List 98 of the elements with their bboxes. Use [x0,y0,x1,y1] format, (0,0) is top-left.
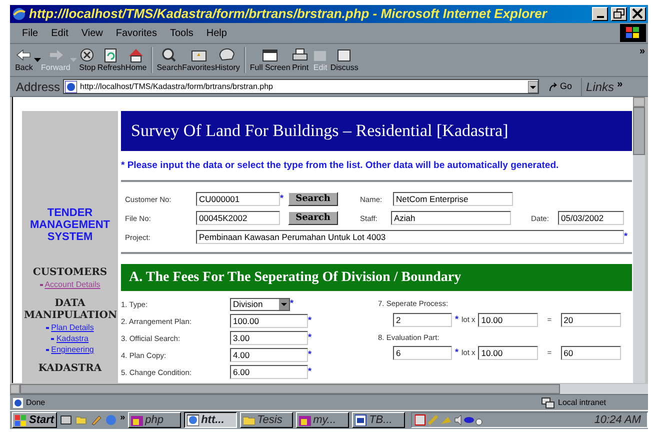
restore-button[interactable] [611,7,627,21]
close-icon [633,9,643,19]
more-chevron[interactable]: » [120,411,126,424]
search-button[interactable]: Search [288,211,338,226]
toolbar-button[interactable]: Back [14,47,34,73]
text-field[interactable]: 6.00 [230,365,308,380]
desktop-icon[interactable] [60,414,72,426]
toolbar-button[interactable]: Home [125,47,147,73]
taskbar-button[interactable]: htt... [184,412,238,428]
nav-link[interactable]: Engineering [51,344,94,355]
required-mark: * [455,346,459,359]
toolbar-button[interactable]: Search [156,47,182,73]
address-label: Address [16,78,60,96]
minimize-icon [596,16,604,18]
restore-icon [614,9,624,19]
menu-item[interactable]: Favorites [116,26,157,40]
menu-item[interactable]: Tools [170,26,194,40]
app-icon [131,414,144,426]
text-field[interactable]: 4.00 [230,348,308,362]
text-field[interactable]: 00045K2002 [196,211,280,226]
page-icon [65,80,78,92]
start-button[interactable]: Start [12,412,58,428]
section-heading: KADASTRA [37,363,103,375]
toolbar-button[interactable]: Discuss [330,47,358,73]
text-field[interactable]: 3.00 [230,331,308,346]
toolbar-button[interactable]: Print [290,47,310,73]
minimize-button[interactable] [592,7,608,21]
text-field[interactable]: 10.00 [478,312,538,326]
folder-icon [243,414,256,426]
required-mark: * [624,230,629,244]
clock: 10:24 AM [594,412,641,428]
taskbar-button[interactable]: my... [296,412,350,428]
section-heading: DATA MANIPULATION [24,298,116,322]
history-icon [217,47,238,63]
instruction-text: * Please input the data or select the type from the list. Other data will be automatically generated. [121,159,560,173]
text-field[interactable]: 60 [560,346,621,360]
text-field[interactable]: 10.00 [478,346,538,360]
network-computer-icon [541,396,555,408]
text-field[interactable]: Aziah [391,211,511,226]
pencil-icon[interactable] [90,414,102,426]
menu-item[interactable]: File [22,26,38,40]
taskbar-button[interactable]: TB... [352,412,406,428]
more-chevron[interactable]: » [639,44,645,59]
text-field[interactable]: 05/03/2002 [558,211,624,226]
search-button[interactable]: Search [288,192,338,206]
text-field[interactable]: 2 [393,312,452,326]
more-chevron[interactable]: » [617,77,623,92]
sidebar-title: TENDER MANAGEMENT SYSTEM [28,207,112,243]
window-icon [260,47,280,63]
document-icon [355,414,368,426]
text-field[interactable]: Pembinaan Kawasan Perumahan Untuk Lot 4003 [196,230,624,244]
nav-link[interactable]: Plan Details [51,322,94,333]
text-field[interactable]: 100.00 [230,314,308,328]
toolbar-button[interactable]: Stop [77,47,98,73]
toolbar-button[interactable]: Favorites [182,47,215,73]
browser-icon [12,7,26,21]
windows-logo-icon [15,414,27,426]
dropdown-caret-icon[interactable] [34,58,41,62]
tray-icons-drawing [415,414,486,426]
menu-item[interactable]: Help [206,26,227,40]
page-icon [13,398,23,408]
menu-item[interactable]: Edit [51,26,68,40]
browser-icon [187,414,200,426]
dropdown-arrow-icon[interactable] [528,80,538,92]
dropdown-field[interactable]: Division [230,298,290,311]
text-field[interactable]: 6 [393,346,452,360]
toolbar-button[interactable]: Refresh [97,47,126,73]
close-button[interactable] [630,7,646,21]
taskbar-button[interactable]: Tesis [240,412,294,428]
text-field[interactable]: 20 [560,312,621,326]
vertical-scrollbar[interactable] [633,97,645,383]
required-mark: * [308,348,313,362]
taskbar-button[interactable]: php [128,412,182,428]
flag-icon [626,27,640,39]
section-heading: CUSTOMERS [32,267,108,279]
required-mark: * [308,331,313,344]
text-field[interactable]: CU000001 [196,192,280,206]
address-field[interactable]: http://localhost/TMS/Kadastra/form/brtrans/brstran.php [63,79,540,94]
window-title: http://localhost/TMS/Kadastra/form/brtrans/brstran.php - Microsoft Internet Explorer [29,5,548,24]
page-heading: Survey Of Land For Buildings – Residential [Kadastra] [121,111,632,151]
toolbar-button[interactable]: History [214,47,240,73]
go-arrow-icon [548,82,558,92]
security-zone: Local intranet [558,396,608,408]
required-mark: * [308,365,313,378]
app-icon [299,414,312,426]
nav-link[interactable]: Kadastra [56,333,88,344]
menu-item[interactable]: View [81,26,103,40]
required-mark: * [290,297,295,310]
toolbar-button[interactable]: Full Screen [250,47,290,73]
required-mark: * [308,314,313,328]
text-field[interactable]: NetCom Enterprise [393,192,513,206]
go-button[interactable]: Go [548,80,572,94]
status-text: Done [26,396,46,408]
horizontal-scrollbar[interactable] [10,384,648,394]
printer-icon [290,47,310,63]
required-mark: * [455,312,459,326]
required-mark: * [280,192,285,206]
section-heading: A. The Fees For The Seperating Of Division / Boundary [121,264,632,292]
